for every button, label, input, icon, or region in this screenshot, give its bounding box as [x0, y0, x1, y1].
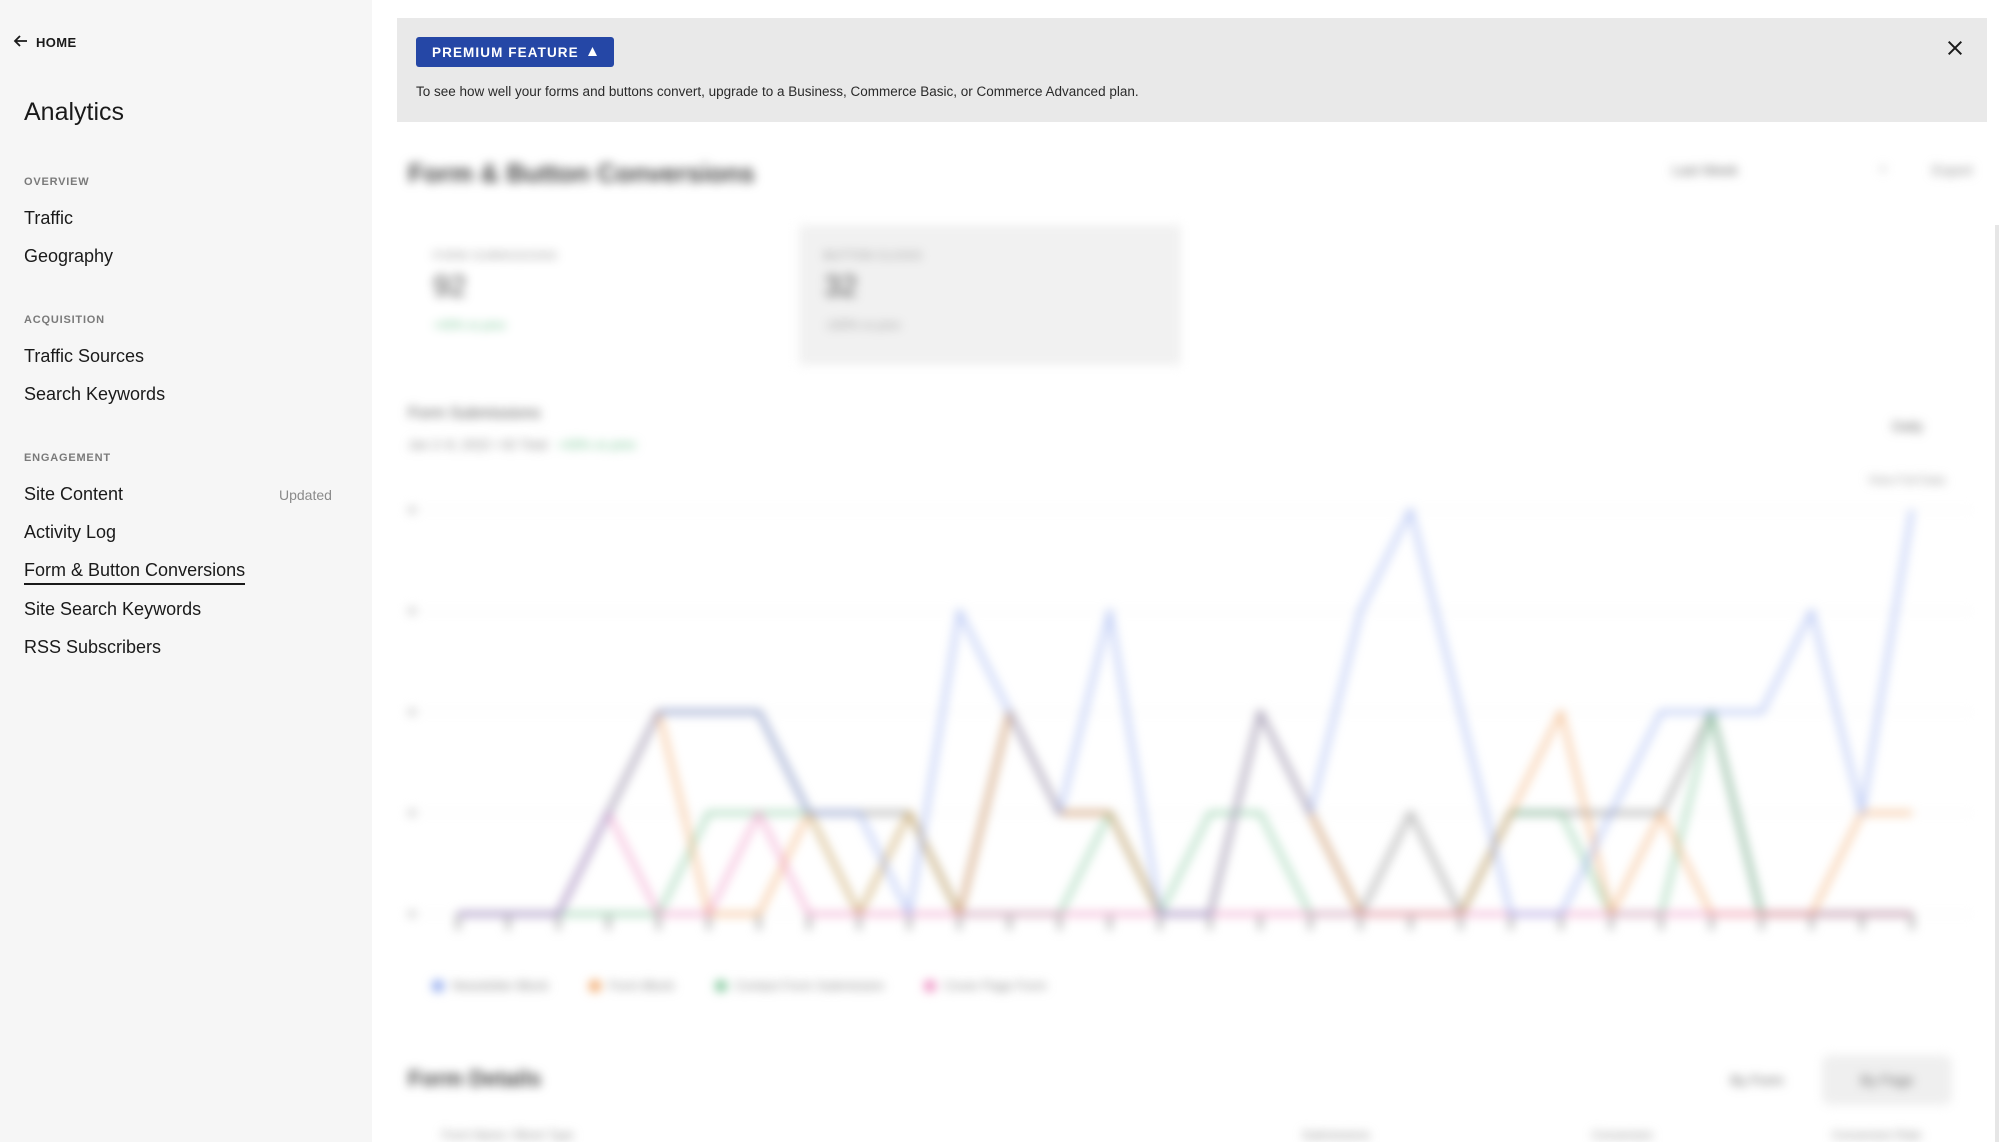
stat-card: BUTTON CLICKS 32 -100% vs prev	[799, 225, 1181, 365]
legend-item: Contact Form Submission	[714, 978, 885, 993]
column-header: Submissions	[1302, 1128, 1371, 1142]
sidebar-item-traffic[interactable]: Traffic	[24, 208, 73, 229]
updated-badge: Updated	[279, 487, 332, 503]
sidebar-item-rss-subscribers[interactable]: RSS Subscribers	[24, 637, 161, 658]
close-icon	[1946, 39, 1964, 62]
legend-item: Cover Page Form	[924, 978, 1047, 993]
column-header: Conversion	[1592, 1128, 1653, 1142]
premium-feature-label: PREMIUM FEATURE	[432, 44, 579, 60]
sidebar-item-site-search-keywords[interactable]: Site Search Keywords	[24, 599, 201, 620]
chart-meta: Jan 2–8, 2022 • 92 Total +43% vs prev	[408, 437, 636, 452]
close-banner-button[interactable]	[1943, 38, 1967, 62]
sidebar: HOME Analytics OVERVIEW Traffic Geograph…	[0, 0, 372, 1142]
series-line-newsletter-block	[458, 507, 1915, 917]
sidebar-item-activity-log[interactable]: Activity Log	[24, 522, 116, 543]
sidebar-title: Analytics	[24, 98, 125, 126]
sidebar-item-traffic-sources[interactable]: Traffic Sources	[24, 346, 144, 367]
line-chart	[408, 506, 1972, 930]
series-line-cover-page-form	[458, 810, 1912, 917]
stat-label: FORM SUBMISSIONS	[433, 250, 558, 262]
sidebar-item-form-button-conversions[interactable]: Form & Button Conversions	[24, 560, 246, 585]
legend-swatch	[924, 979, 937, 992]
premium-banner: PREMIUM FEATURE To see how well your for…	[397, 18, 1987, 122]
legend-label: Cover Page Form	[944, 978, 1047, 993]
sidebar-item-search-keywords[interactable]: Search Keywords	[24, 384, 165, 405]
chevron-down-icon: ▾	[1880, 162, 1887, 176]
section-acquisition: ACQUISITION	[24, 314, 105, 326]
y-tick	[408, 809, 416, 817]
chart-meta-text: Jan 2–8, 2022 • 92 Total	[408, 437, 548, 452]
y-tick	[408, 607, 416, 615]
legend-swatch	[432, 979, 444, 992]
stat-value: 32	[824, 270, 858, 303]
y-tick	[408, 708, 416, 716]
view-toggle: By Form By Page	[1692, 1055, 1952, 1105]
column-header: Form Name / Block Type	[442, 1128, 574, 1142]
sidebar-item-site-content[interactable]: Site Content	[24, 484, 123, 505]
section-engagement: ENGAGEMENT	[24, 452, 111, 464]
locked-preview: Form & Button Conversions Last Week ▾ Ex…	[372, 0, 1999, 1142]
chart-title: Form Submissions	[408, 405, 541, 422]
legend-item: Form Block	[588, 978, 675, 993]
home-label: HOME	[36, 35, 77, 50]
page-title: Form & Button Conversions	[408, 158, 755, 188]
arrow-left-icon	[12, 32, 30, 53]
stat-delta: -100% vs prev	[824, 318, 901, 332]
interval-select: Daily	[1892, 418, 1924, 434]
chart-meta-delta: +43% vs prev	[557, 437, 637, 452]
premium-feature-button[interactable]: PREMIUM FEATURE	[416, 37, 614, 67]
stat-label: BUTTON CLICKS	[824, 250, 923, 262]
home-link[interactable]: HOME	[12, 32, 77, 53]
column-header: Conversion Rate	[1832, 1128, 1922, 1142]
series-line-form-block	[458, 709, 1912, 917]
legend-swatch	[588, 979, 601, 992]
view-full-data-link: View Full Data	[1868, 473, 1946, 487]
legend-label: Newsletter Block	[452, 978, 549, 993]
sidebar-item-geography[interactable]: Geography	[24, 246, 113, 267]
section-overview: OVERVIEW	[24, 176, 90, 188]
main-content: Form & Button Conversions Last Week ▾ Ex…	[372, 0, 1999, 1142]
y-tick	[408, 506, 416, 514]
stat-delta: +43% vs prev	[433, 318, 507, 332]
toggle-by-page: By Page	[1822, 1055, 1952, 1105]
form-details-title: Form Details	[408, 1066, 542, 1091]
chart-legend: Newsletter Block Form Block Contact Form…	[432, 978, 1047, 993]
squarespace-caret-icon	[587, 45, 598, 60]
banner-message: To see how well your forms and buttons c…	[416, 84, 1139, 99]
series-line-contact-form-submission	[458, 709, 1912, 917]
toggle-by-form: By Form	[1730, 1072, 1784, 1088]
stat-value: 92	[433, 270, 467, 303]
legend-label: Form Block	[608, 978, 675, 993]
y-tick	[408, 910, 416, 918]
export-button: Export	[1932, 162, 1973, 178]
legend-swatch	[714, 979, 727, 992]
date-range-select: Last Week	[1672, 162, 1738, 178]
stat-card: FORM SUBMISSIONS 92 +43% vs prev	[408, 225, 790, 365]
legend-label: Contact Form Submission	[734, 978, 885, 993]
legend-item: Newsletter Block	[432, 978, 549, 993]
series-line-total	[458, 709, 1912, 917]
scrollbar[interactable]	[1995, 225, 1999, 1142]
